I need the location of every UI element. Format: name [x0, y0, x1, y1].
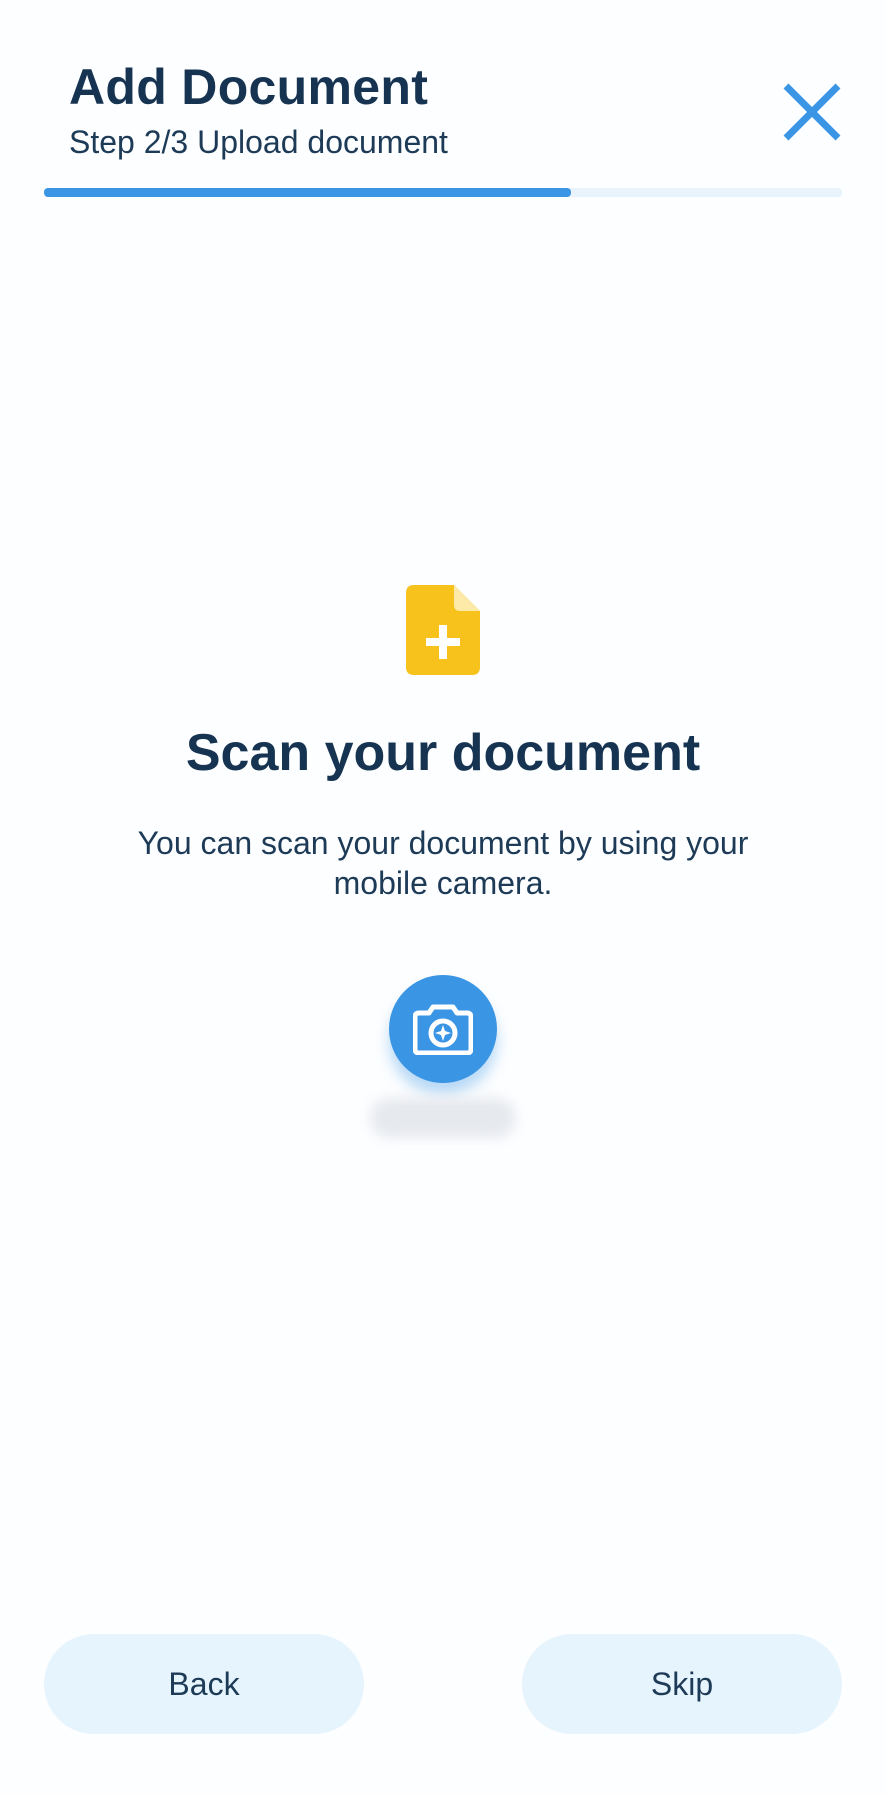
scan-title: Scan your document [185, 724, 701, 782]
camera-icon [413, 1004, 473, 1055]
close-button[interactable] [782, 82, 842, 142]
page-subtitle: Step 2/3 Upload document [69, 124, 448, 160]
scan-description: You can scan your document by using your… [137, 825, 749, 901]
camera-button[interactable] [389, 975, 497, 1083]
add-document-screen: Add Document Step 2/3 Upload document Sc… [0, 0, 886, 1795]
progress-bar-fill [44, 188, 571, 197]
page-title: Add Document [69, 59, 429, 115]
document-add-icon [406, 585, 480, 675]
close-icon [783, 83, 841, 141]
skip-button[interactable]: Skip [522, 1634, 842, 1734]
back-button[interactable]: Back [44, 1634, 364, 1734]
progress-bar [44, 188, 842, 197]
scan-section: Scan your document You can scan your doc… [0, 585, 886, 903]
camera-button-label [370, 1098, 516, 1138]
camera-button-wrapper [389, 975, 497, 1083]
